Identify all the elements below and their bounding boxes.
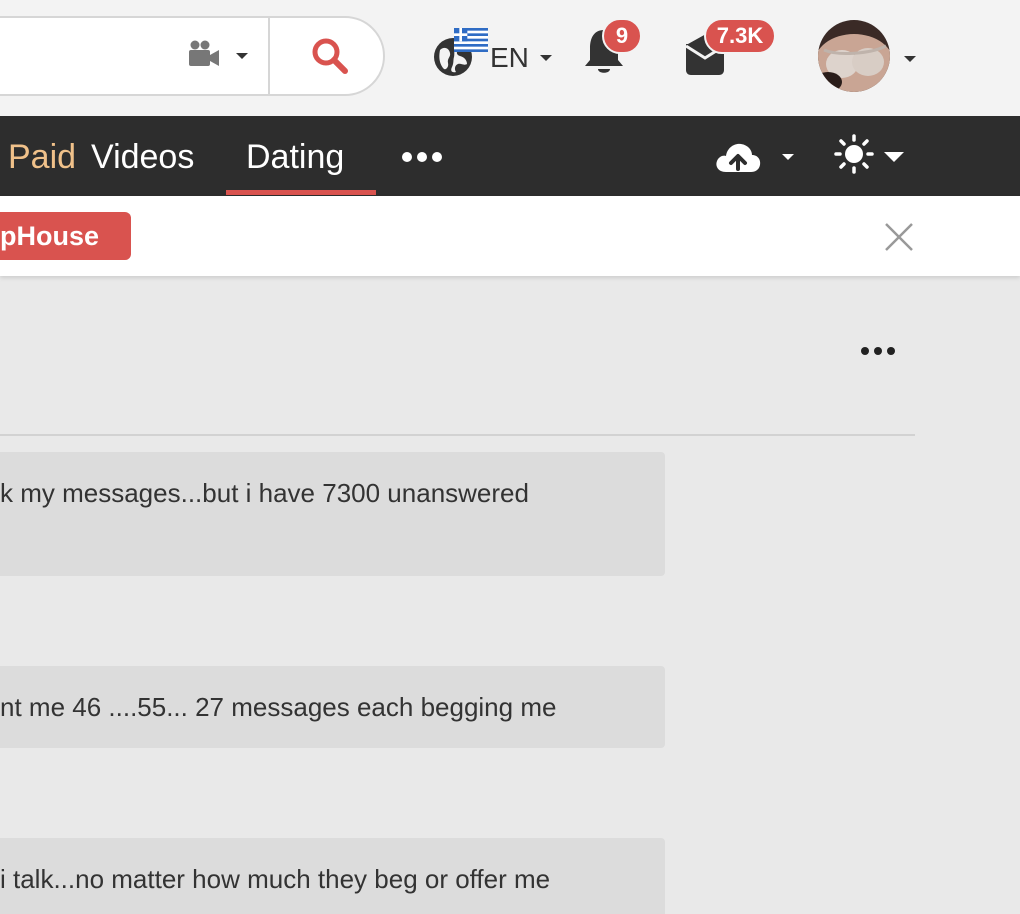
upload-dropdown[interactable] xyxy=(714,138,804,176)
language-selector[interactable]: EN xyxy=(432,28,562,78)
chevron-down-icon xyxy=(884,152,904,162)
more-horizontal-icon xyxy=(860,344,896,361)
chevron-down-icon xyxy=(904,56,916,62)
avatar xyxy=(818,20,890,92)
nav-more-button[interactable] xyxy=(400,148,444,166)
search-divider xyxy=(268,18,270,94)
top-header: EN 9 7.3K xyxy=(0,0,1020,116)
video-camera-icon xyxy=(188,40,220,73)
close-icon xyxy=(884,223,914,256)
messages-button[interactable]: 7.3K xyxy=(684,18,784,90)
more-horizontal-icon xyxy=(400,152,444,170)
post-options-button[interactable] xyxy=(860,344,896,356)
theme-toggle-dropdown[interactable] xyxy=(834,134,914,176)
user-menu[interactable] xyxy=(818,20,918,92)
page: EN 9 7.3K Paid Videos Dating pHouse k my… xyxy=(0,0,1020,914)
chevron-down-icon xyxy=(782,154,794,160)
notifications-button[interactable]: 9 xyxy=(582,18,652,90)
camera-filter-dropdown[interactable] xyxy=(188,36,248,76)
notification-count-badge: 9 xyxy=(602,18,642,54)
message-text: k my messages...but i have 7300 unanswer… xyxy=(0,478,529,508)
search-button[interactable] xyxy=(310,36,350,76)
bell-icon xyxy=(582,30,626,84)
search-box xyxy=(0,16,385,96)
message-text: nt me 46 ....55... 27 messages each begg… xyxy=(0,692,557,722)
nav-item-paid[interactable]: Paid xyxy=(8,138,76,177)
active-tab-indicator xyxy=(226,190,376,195)
message-bubble xyxy=(0,452,665,576)
content-divider xyxy=(0,434,915,436)
chevron-down-icon xyxy=(236,53,248,59)
language-code: EN xyxy=(490,42,529,73)
nav-item-dating[interactable]: Dating xyxy=(246,138,344,177)
inbox-icon xyxy=(684,34,732,84)
message-text: i talk...no matter how much they beg or … xyxy=(0,864,551,894)
cloud-upload-icon xyxy=(714,143,762,178)
main-navbar: Paid Videos Dating xyxy=(0,116,1020,196)
greece-flag-icon xyxy=(454,28,488,57)
search-icon xyxy=(310,38,350,80)
chevron-down-icon xyxy=(540,55,552,61)
sun-icon xyxy=(834,134,874,178)
announcement-bar: pHouse xyxy=(0,196,1020,276)
message-count-badge: 7.3K xyxy=(704,18,776,54)
nav-item-videos[interactable]: Videos xyxy=(91,138,194,177)
search-input[interactable] xyxy=(2,18,132,94)
community-tag-button[interactable]: pHouse xyxy=(0,212,132,260)
close-announcement-button[interactable] xyxy=(884,222,914,252)
